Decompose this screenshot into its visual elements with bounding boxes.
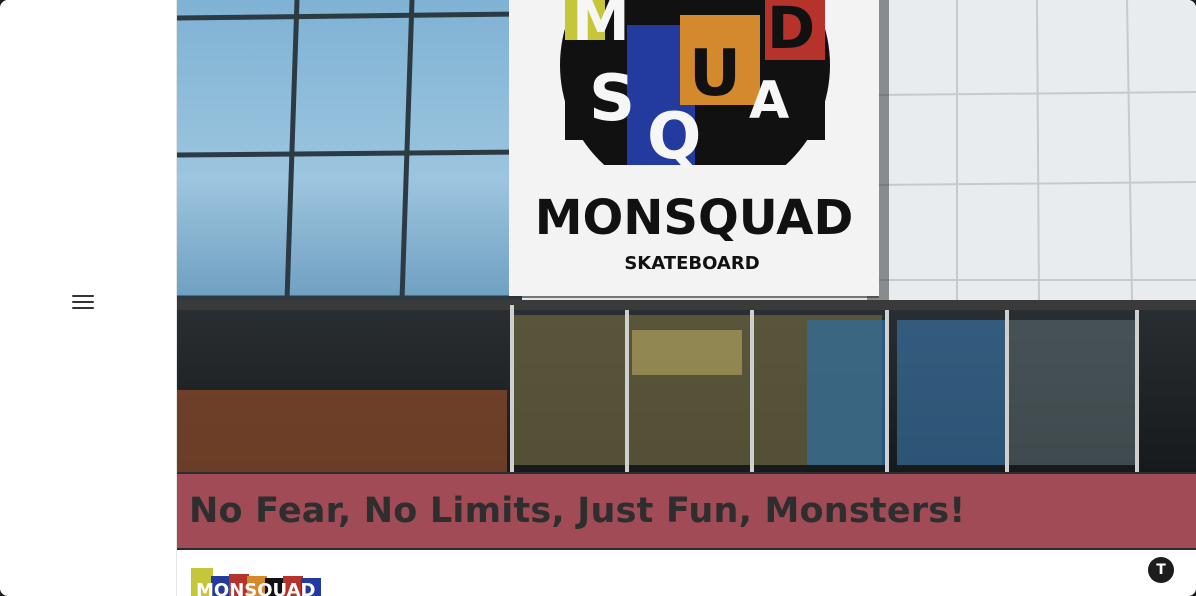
sign-brand-text: MONSQUAD (535, 190, 854, 246)
hero-image: M D S U Q A MONSQUAD SKATEBOARD (177, 0, 1196, 472)
hamburger-menu-icon[interactable] (72, 290, 100, 314)
svg-text:M: M (572, 0, 630, 54)
monsquad-mini-logo: MONSQUAD (191, 568, 321, 596)
tagline-heading: No Fear, No Limits, Just Fun, Monsters! (189, 491, 966, 531)
svg-text:D: D (767, 0, 815, 62)
side-nav-rail (0, 0, 177, 596)
svg-text:MONSQUAD: MONSQUAD (196, 580, 315, 596)
sign-sub-text: SKATEBOARD (624, 253, 759, 274)
tagline-banner: No Fear, No Limits, Just Fun, Monsters! (177, 472, 1196, 550)
svg-text:A: A (749, 71, 789, 131)
scroll-to-top-icon[interactable]: T (1148, 557, 1174, 583)
svg-text:Q: Q (647, 100, 701, 174)
browser-viewport: M D S U Q A MONSQUAD SKATEBOARD No Fear,… (0, 0, 1196, 596)
svg-text:S: S (589, 62, 635, 136)
main-content: M D S U Q A MONSQUAD SKATEBOARD No Fear,… (177, 0, 1196, 596)
section-below-banner: MONSQUAD T (177, 550, 1196, 596)
